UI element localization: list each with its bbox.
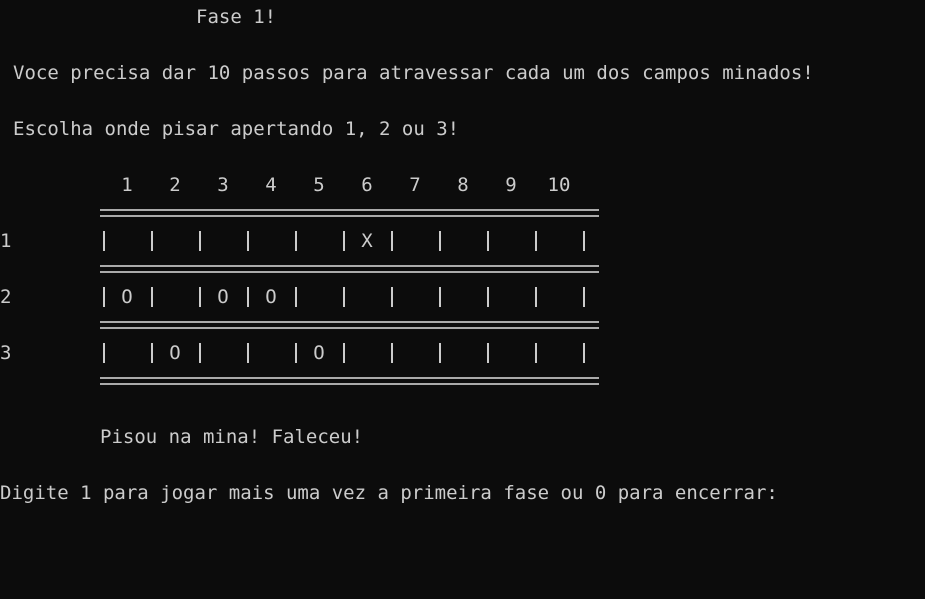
grid-cell (487, 283, 535, 311)
grid-cell (247, 227, 295, 255)
grid-row: 2 O O O (0, 283, 925, 311)
grid-cell (535, 283, 583, 311)
column-number: 7 (409, 174, 421, 196)
grid-cell (535, 227, 583, 255)
row-label: 2 (0, 286, 12, 308)
cell-border (583, 287, 585, 307)
column-number: 9 (505, 174, 517, 196)
column-number: 1 (121, 174, 133, 196)
grid-cell (103, 339, 151, 367)
separator-line (0, 255, 925, 283)
grid-row: 3 O O (0, 339, 925, 367)
grid-cell (151, 283, 199, 311)
grid-cell (151, 227, 199, 255)
grid-cell (439, 227, 487, 255)
grid-cell (295, 227, 343, 255)
grid-cell (391, 283, 439, 311)
separator-line (0, 199, 925, 227)
grid-cell (295, 283, 343, 311)
cell-border (583, 231, 585, 251)
grid-cell (439, 339, 487, 367)
grid-cell: O (217, 286, 229, 308)
grid-cell (103, 227, 151, 255)
row-label: 3 (0, 342, 12, 364)
grid-cell (391, 227, 439, 255)
separator-line (0, 311, 925, 339)
grid-cell (487, 339, 535, 367)
cell-border (583, 343, 585, 363)
grid-cell: O (265, 286, 277, 308)
grid-row: 1X (0, 227, 925, 255)
grid-cell (391, 339, 439, 367)
column-number: 3 (217, 174, 229, 196)
grid-cell (439, 283, 487, 311)
grid-cell (343, 339, 391, 367)
grid-cell (535, 339, 583, 367)
grid-cell: X (361, 230, 373, 252)
grid-cell (343, 283, 391, 311)
phase-title: Fase 1! (196, 6, 277, 28)
result-message: Pisou na mina! Faleceu! (100, 426, 364, 448)
input-prompt[interactable]: Digite 1 para jogar mais uma vez a prime… (0, 479, 778, 507)
column-number: 4 (265, 174, 277, 196)
column-number: 5 (313, 174, 325, 196)
instruction-choose: Escolha onde pisar apertando 1, 2 ou 3! (13, 118, 460, 140)
column-header: 1 2 3 4 5 6 7 8 9 10 (0, 171, 925, 199)
grid-cell: O (169, 342, 181, 364)
grid-cell (487, 227, 535, 255)
grid-cell: O (121, 286, 133, 308)
instruction-steps: Voce precisa dar 10 passos para atravess… (13, 62, 814, 84)
separator-line (0, 367, 925, 395)
row-label: 1 (0, 230, 12, 252)
grid-cell: O (313, 342, 325, 364)
column-number: 8 (457, 174, 469, 196)
grid-cell (199, 227, 247, 255)
column-number: 2 (169, 174, 181, 196)
grid-cell (247, 339, 295, 367)
column-number: 6 (361, 174, 373, 196)
grid-cell (199, 339, 247, 367)
column-number: 10 (547, 174, 571, 196)
